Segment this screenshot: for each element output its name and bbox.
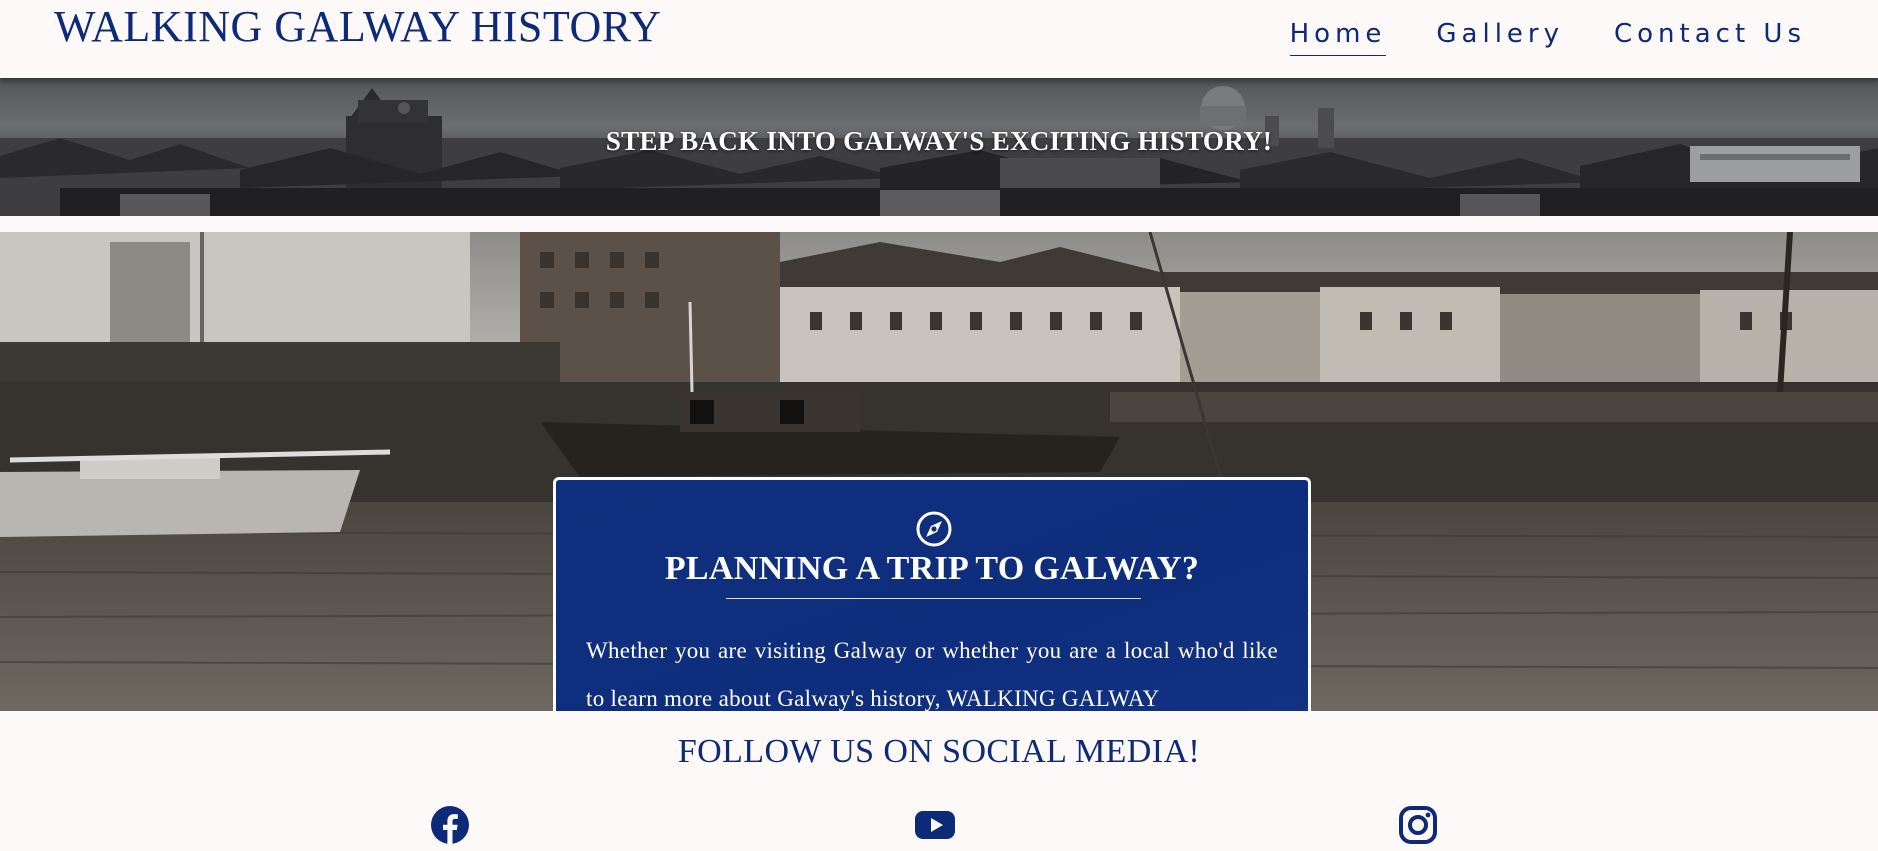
facebook-icon[interactable] [430,805,470,845]
trip-card-heading: PLANNING A TRIP TO GALWAY? [664,550,1200,587]
banner-heading: STEP BACK INTO GALWAY'S EXCITING HISTORY… [605,126,1273,156]
youtube-icon[interactable] [915,805,955,845]
site-title: WALKING GALWAY HISTORY [54,2,662,51]
history-banner: STEP BACK INTO GALWAY'S EXCITING HISTORY… [0,78,1878,216]
instagram-icon[interactable] [1398,805,1438,845]
nav-contact-link[interactable]: Contact Us [1614,14,1806,56]
main-nav: Home Gallery Contact Us [1289,14,1806,56]
nav-home-link[interactable]: Home [1289,14,1387,56]
compass-icon [916,511,952,547]
trip-card-text: Whether you are visiting Galway or wheth… [586,638,1278,711]
site-header: WALKING GALWAY HISTORY Home Gallery Cont… [0,0,1878,78]
social-heading: FOLLOW US ON SOCIAL MEDIA! [677,733,1201,770]
nav-gallery-link[interactable]: Gallery [1436,14,1564,56]
trip-card-divider [726,598,1141,599]
hero-section: PLANNING A TRIP TO GALWAY? Whether you a… [0,232,1878,711]
trip-planning-card: PLANNING A TRIP TO GALWAY? Whether you a… [553,477,1311,711]
